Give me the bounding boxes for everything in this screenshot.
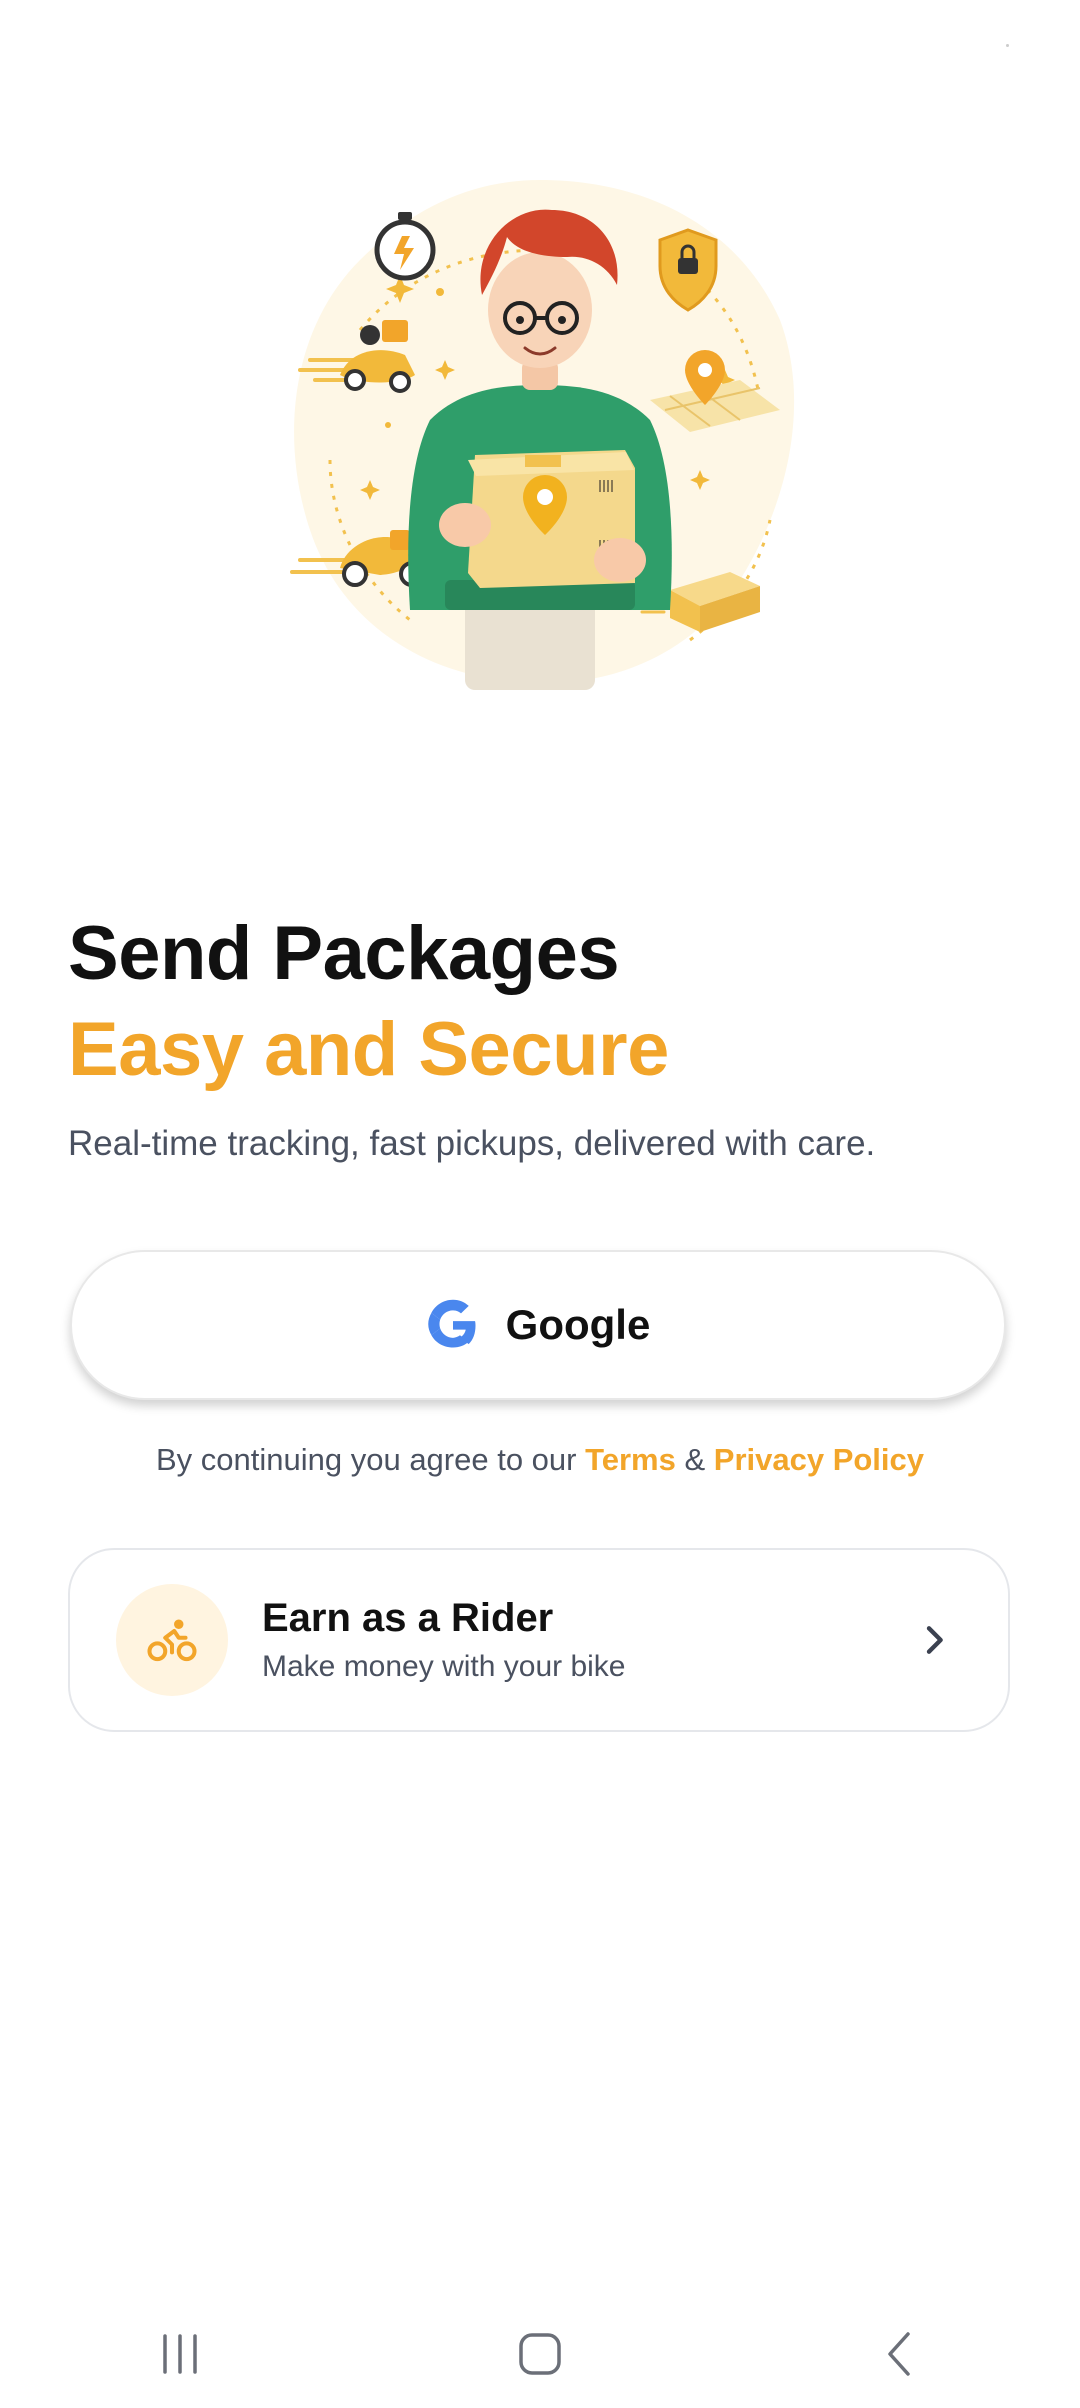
rider-icon-circle bbox=[116, 1584, 228, 1696]
home-icon bbox=[519, 2333, 561, 2375]
google-icon bbox=[426, 1298, 480, 1352]
back-icon bbox=[888, 2332, 910, 2376]
headline-subtitle: Real-time tracking, fast pickups, delive… bbox=[68, 1124, 876, 1163]
google-button-label: Google bbox=[505, 1301, 651, 1348]
bicycle-icon bbox=[147, 1619, 197, 1662]
back-button[interactable] bbox=[840, 2314, 960, 2394]
chevron-right-icon bbox=[926, 1626, 943, 1654]
google-sign-in-button[interactable]: Google bbox=[70, 1250, 1006, 1400]
legal-amp: & bbox=[675, 1442, 714, 1477]
headline-accent: Easy and Secure bbox=[68, 1007, 669, 1092]
recents-icon bbox=[163, 2334, 197, 2374]
headline-title: Send Packages bbox=[68, 911, 620, 996]
terms-link[interactable]: Terms bbox=[585, 1442, 676, 1477]
headline-block: Send Packages Easy and Secure Real-time … bbox=[68, 906, 1012, 1168]
hero-illustration bbox=[270, 170, 810, 700]
rider-card-texts: Earn as a Rider Make money with your bik… bbox=[262, 1592, 914, 1688]
rider-card-title: Earn as a Rider bbox=[262, 1596, 554, 1640]
recents-button[interactable] bbox=[120, 2314, 240, 2394]
legal-prefix: By continuing you agree to our bbox=[155, 1442, 586, 1477]
system-navigation-bar bbox=[0, 2300, 1080, 2408]
rider-card-subtitle: Make money with your bike bbox=[262, 1650, 626, 1683]
status-dot bbox=[1006, 44, 1009, 47]
earn-as-rider-card[interactable]: Earn as a Rider Make money with your bik… bbox=[68, 1548, 1010, 1732]
home-button[interactable] bbox=[480, 2314, 600, 2394]
legal-text: By continuing you agree to our Terms & P… bbox=[0, 1438, 1080, 1482]
privacy-policy-link[interactable]: Privacy Policy bbox=[714, 1442, 924, 1477]
